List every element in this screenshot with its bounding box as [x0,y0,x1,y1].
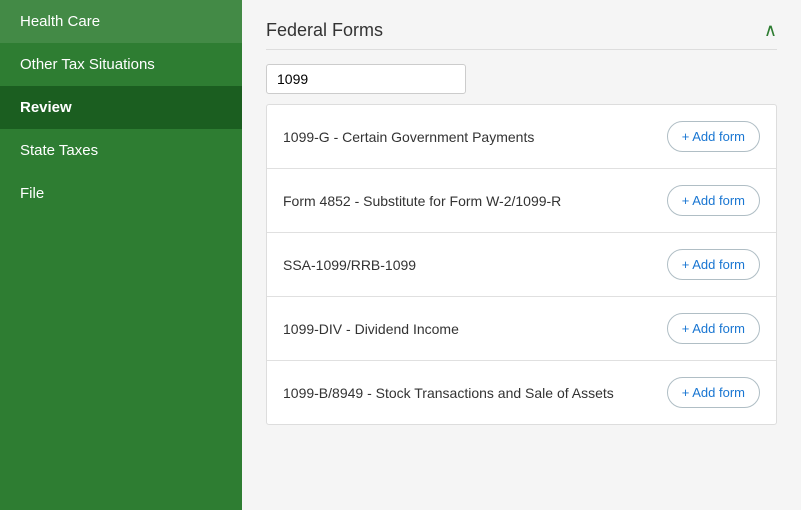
form-row: 1099-G - Certain Government Payments+ Ad… [267,105,776,169]
add-form-button-1099b[interactable]: + Add form [667,377,760,408]
form-row: 1099-B/8949 - Stock Transactions and Sal… [267,361,776,424]
sidebar-item-review[interactable]: Review [0,86,242,129]
sidebar-item-file[interactable]: File [0,172,242,215]
form-name-4852: Form 4852 - Substitute for Form W-2/1099… [283,193,667,209]
search-input[interactable] [266,64,466,94]
sidebar-item-health-care[interactable]: Health Care [0,0,242,43]
form-row: Form 4852 - Substitute for Form W-2/1099… [267,169,776,233]
form-name-ssa1099: SSA-1099/RRB-1099 [283,257,667,273]
add-form-button-4852[interactable]: + Add form [667,185,760,216]
sidebar-item-other-tax-situations[interactable]: Other Tax Situations [0,43,242,86]
add-form-button-1099div[interactable]: + Add form [667,313,760,344]
add-form-button-1099g[interactable]: + Add form [667,121,760,152]
form-name-1099g: 1099-G - Certain Government Payments [283,129,667,145]
section-header: Federal Forms ∧ [266,20,777,50]
form-row: SSA-1099/RRB-1099+ Add form [267,233,776,297]
collapse-icon[interactable]: ∧ [764,20,777,41]
form-name-1099div: 1099-DIV - Dividend Income [283,321,667,337]
sidebar: Health CareOther Tax SituationsReviewSta… [0,0,242,510]
form-list: 1099-G - Certain Government Payments+ Ad… [266,104,777,425]
main-content: Federal Forms ∧ 1099-G - Certain Governm… [242,0,801,510]
add-form-button-ssa1099[interactable]: + Add form [667,249,760,280]
form-row: 1099-DIV - Dividend Income+ Add form [267,297,776,361]
section-title: Federal Forms [266,20,383,41]
sidebar-item-state-taxes[interactable]: State Taxes [0,129,242,172]
form-name-1099b: 1099-B/8949 - Stock Transactions and Sal… [283,385,667,401]
